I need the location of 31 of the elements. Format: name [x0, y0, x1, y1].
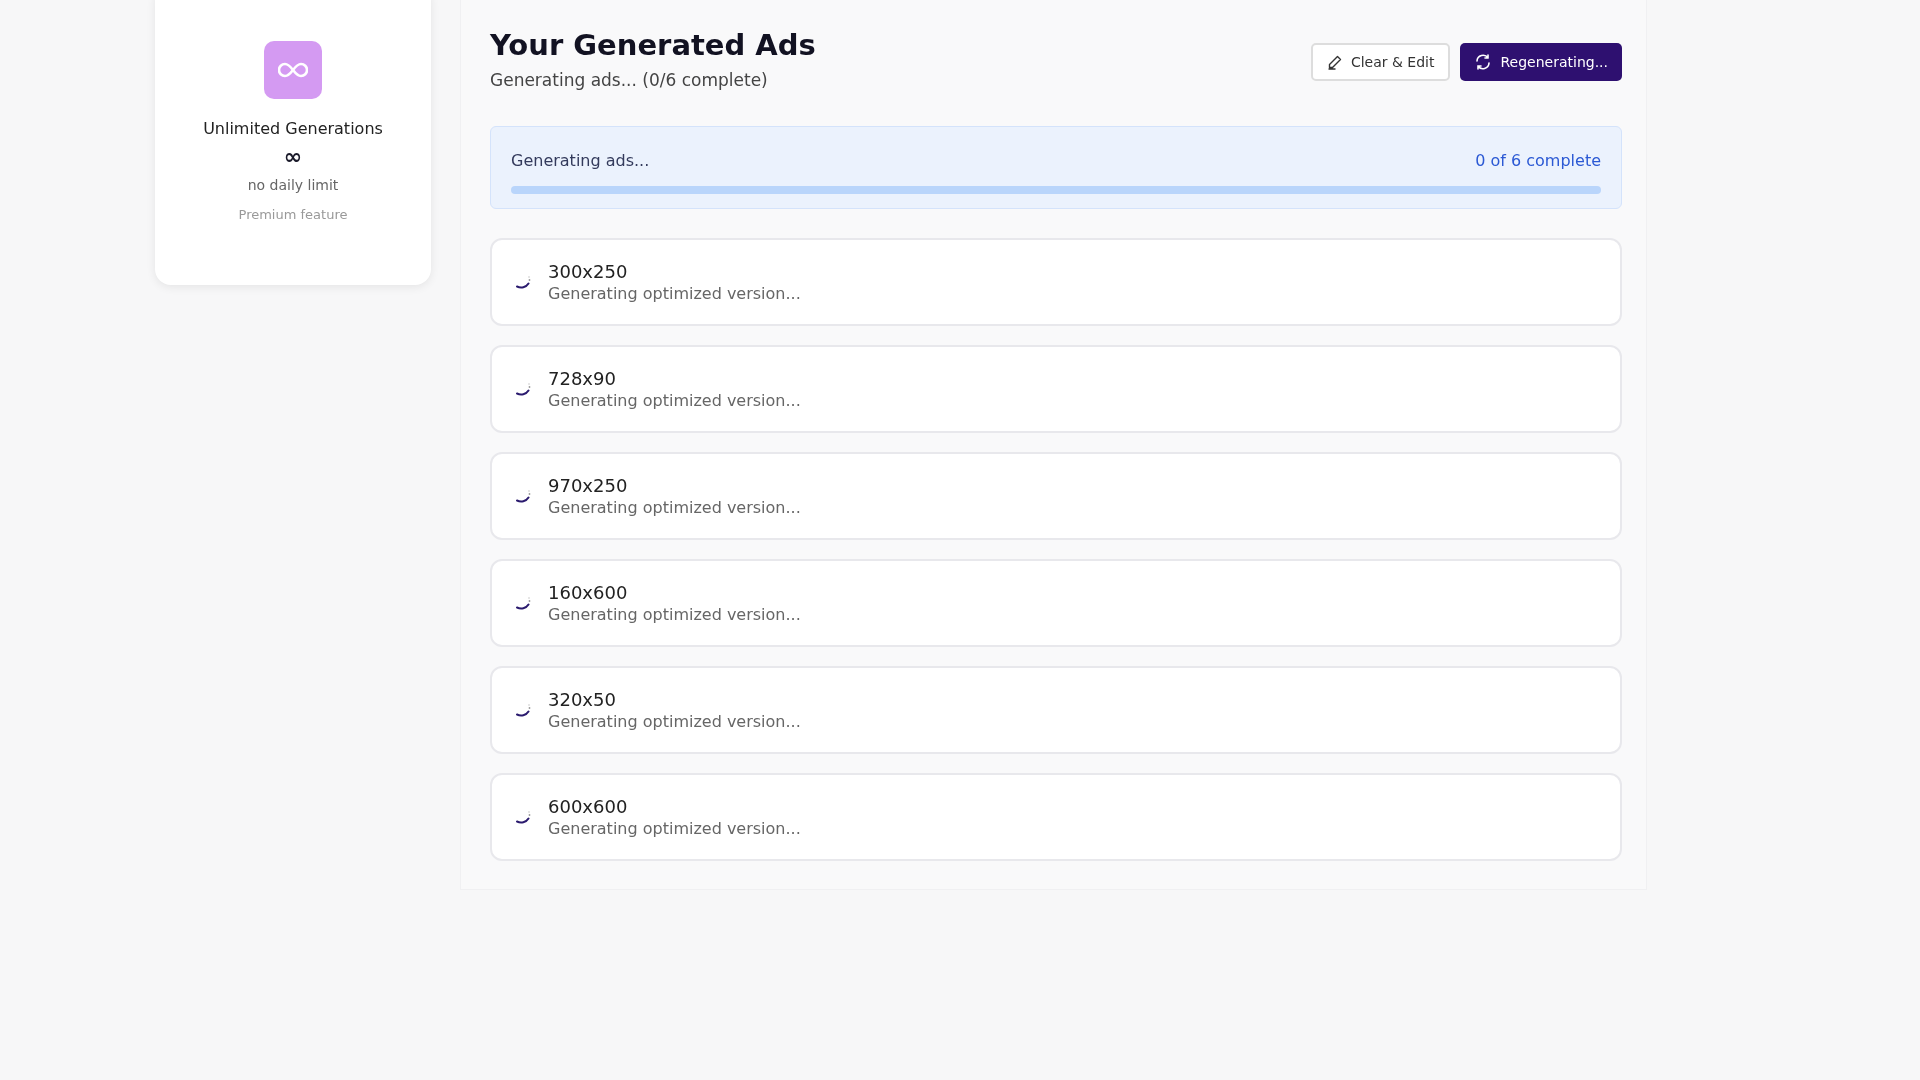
- infinity-symbol: ∞: [283, 144, 303, 169]
- spinner-icon: [516, 810, 532, 824]
- ad-size: 728x90: [548, 368, 617, 389]
- ad-status: Generating optimized version...: [548, 498, 801, 517]
- refresh-icon: [1474, 53, 1493, 71]
- spinner-icon: [516, 489, 532, 503]
- spinner-icon: [516, 703, 532, 717]
- regenerate-button[interactable]: Regenerating...: [1460, 43, 1622, 81]
- limit-text: no daily limit: [247, 177, 339, 193]
- progress-label: Generating ads...: [511, 151, 650, 170]
- ad-status: Generating optimized version...: [548, 605, 801, 624]
- ad-size: 970x250: [548, 475, 629, 496]
- ad-status: Generating optimized version...: [548, 819, 801, 838]
- spinner-icon: [516, 596, 532, 610]
- infinity-icon: [264, 41, 322, 99]
- ad-status: Generating optimized version...: [548, 284, 801, 303]
- ad-size: 600x600: [548, 796, 629, 817]
- spinner-icon: [516, 382, 532, 396]
- spinner-icon: [516, 275, 532, 289]
- page-title: Your Generated Ads: [490, 28, 816, 62]
- ad-size: 160x600: [548, 582, 629, 603]
- progress-count: 0 of 6 complete: [1475, 151, 1601, 170]
- clear-edit-button[interactable]: Clear & Edit: [1310, 43, 1451, 81]
- ad-status: Generating optimized version...: [548, 391, 801, 410]
- ad-status: Generating optimized version...: [548, 712, 801, 731]
- premium-note: Premium feature: [238, 207, 348, 222]
- page-subtitle: Generating ads... (0/6 complete): [490, 70, 769, 90]
- pencil-icon: [1326, 54, 1343, 70]
- plan-title: Unlimited Generations: [203, 119, 383, 138]
- ad-size: 320x50: [548, 689, 617, 710]
- ad-size: 300x250: [548, 261, 629, 282]
